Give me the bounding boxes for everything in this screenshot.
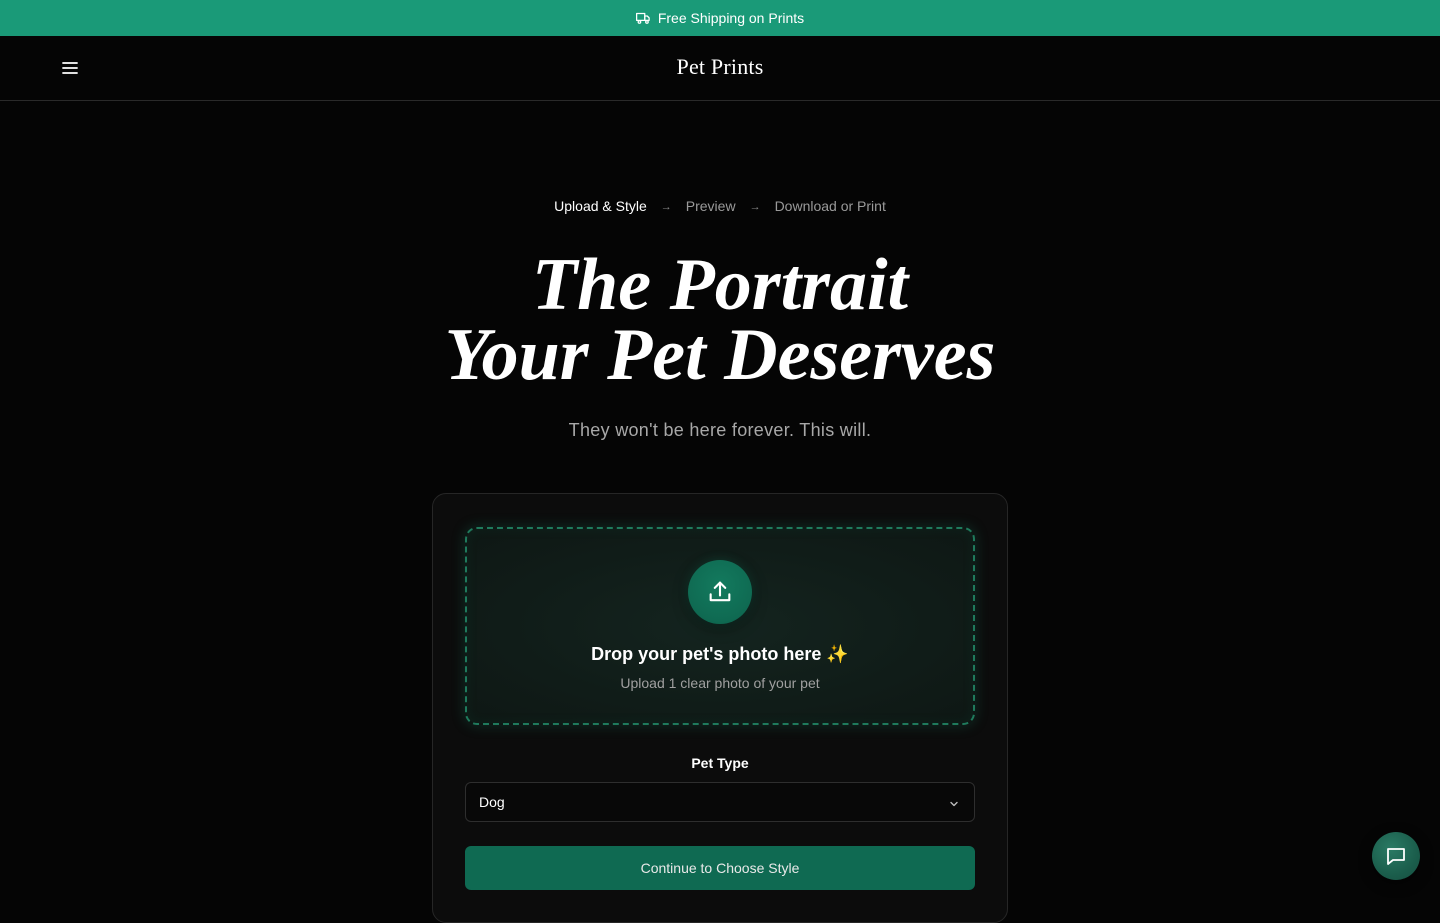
step-arrow: → xyxy=(749,201,761,213)
step-download-print[interactable]: Download or Print xyxy=(775,198,886,214)
step-upload-style[interactable]: Upload & Style xyxy=(554,198,647,214)
pet-type-select[interactable]: Dog xyxy=(465,782,975,822)
hero-title: The Portrait Your Pet Deserves xyxy=(0,244,1440,396)
dropzone-title: Drop your pet's photo here ✨ xyxy=(591,644,849,664)
hero-title-line-2: Your Pet Deserves xyxy=(444,314,996,396)
promo-banner-text: Free Shipping on Prints xyxy=(657,10,805,26)
continue-button[interactable]: Continue to Choose Style xyxy=(465,846,975,890)
hero-subtitle: They won't be here forever. This will. xyxy=(568,420,872,440)
step-indicator: Upload & Style → Preview → Download or P… xyxy=(0,198,1440,214)
site-header: Pet Prints xyxy=(0,36,1440,101)
photo-dropzone[interactable]: Drop your pet's photo here ✨ Upload 1 cl… xyxy=(465,527,975,725)
truck-icon xyxy=(635,11,651,26)
pet-type-value: Dog xyxy=(479,794,505,810)
step-arrow: → xyxy=(660,201,672,213)
upload-card: Drop your pet's photo here ✨ Upload 1 cl… xyxy=(432,493,1008,923)
chat-bubble-icon[interactable] xyxy=(1372,832,1420,880)
upload-icon xyxy=(688,560,752,624)
dropzone-subtitle: Upload 1 clear photo of your pet xyxy=(620,675,820,691)
promo-banner: Free Shipping on Prints xyxy=(0,0,1440,36)
chevron-down-icon xyxy=(948,797,960,813)
pet-type-label: Pet Type xyxy=(691,755,749,771)
step-preview[interactable]: Preview xyxy=(686,198,736,214)
hero-title-line-1: The Portrait xyxy=(531,244,909,326)
brand-logo[interactable]: Pet Prints xyxy=(0,54,1440,80)
